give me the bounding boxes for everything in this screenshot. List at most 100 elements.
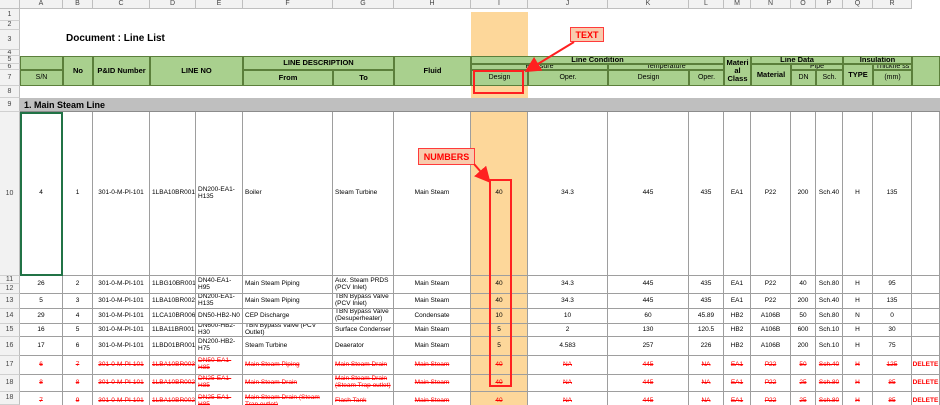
- row-header-16[interactable]: 16: [0, 337, 20, 356]
- cell-r3-no[interactable]: 3: [63, 294, 93, 309]
- cell-r7-sch[interactable]: Sch.40: [816, 356, 843, 375]
- cell-r6-to[interactable]: Deaerator: [333, 337, 394, 356]
- cell-r4-po[interactable]: 10: [528, 309, 608, 324]
- cell-r9-type[interactable]: H: [843, 392, 873, 405]
- cell-r9-mc[interactable]: EA1: [724, 392, 751, 405]
- cell-r7-pid[interactable]: 301-0-M-PI-101: [93, 356, 150, 375]
- cell-r5-dn[interactable]: 600: [791, 324, 816, 337]
- cell-r8-td[interactable]: 445: [608, 375, 689, 392]
- cell-r5-td[interactable]: 130: [608, 324, 689, 337]
- cell-r6-mat[interactable]: A106B: [751, 337, 791, 356]
- cell-r6-type[interactable]: H: [843, 337, 873, 356]
- cell-r5-mat[interactable]: A106B: [751, 324, 791, 337]
- row-header-13[interactable]: 13: [0, 294, 20, 309]
- cell-r8-mc[interactable]: EA1: [724, 375, 751, 392]
- cell-r2-flag[interactable]: [912, 276, 940, 294]
- cell-r2-type[interactable]: H: [843, 276, 873, 294]
- cell-r1-mat[interactable]: P22: [751, 112, 791, 276]
- cell-r9-line[interactable]: 1LBA10BR002: [150, 392, 196, 405]
- cell-r9-line2[interactable]: DN25-EA1-H85: [196, 392, 243, 405]
- cell-r7-line[interactable]: 1LBA10BR003: [150, 356, 196, 375]
- cell-r3-po[interactable]: 34.3: [528, 294, 608, 309]
- cell-r6-flag[interactable]: [912, 337, 940, 356]
- cell-r3-fluid[interactable]: Main Steam: [394, 294, 471, 309]
- cell-r5-sn[interactable]: 16: [20, 324, 63, 337]
- cell-r7-dn[interactable]: 50: [791, 356, 816, 375]
- cell-r9-po[interactable]: NA: [528, 392, 608, 405]
- cell-r1-from[interactable]: Boiler: [243, 112, 333, 276]
- column-header-B[interactable]: B: [63, 0, 93, 9]
- column-header-O[interactable]: O: [791, 0, 816, 9]
- cell-r1-pid[interactable]: 301-0-M-PI-101: [93, 112, 150, 276]
- cell-r4-mc[interactable]: HB2: [724, 309, 751, 324]
- cell-r5-pid[interactable]: 301-0-M-PI-101: [93, 324, 150, 337]
- cell-r6-line[interactable]: 1LBD01BR001: [150, 337, 196, 356]
- cell-r6-sch[interactable]: Sch.10: [816, 337, 843, 356]
- cell-r6-dn[interactable]: 200: [791, 337, 816, 356]
- select-all-corner[interactable]: [0, 0, 20, 9]
- column-header-K[interactable]: K: [608, 0, 689, 9]
- cell-r9-fluid[interactable]: Main Steam: [394, 392, 471, 405]
- cell-r7-type[interactable]: H: [843, 356, 873, 375]
- column-header-R[interactable]: R: [873, 0, 912, 9]
- cell-r3-sch[interactable]: Sch.40: [816, 294, 843, 309]
- cell-r5-too[interactable]: 120.5: [689, 324, 724, 337]
- cell-r6-line2[interactable]: DN200-HB2-H75: [196, 337, 243, 356]
- cell-r2-from[interactable]: Main Steam Piping: [243, 276, 333, 294]
- cell-r1-type[interactable]: H: [843, 112, 873, 276]
- column-header-A[interactable]: A: [20, 0, 63, 9]
- row-header-5[interactable]: 5: [0, 56, 20, 64]
- row-header-17[interactable]: 17: [0, 356, 20, 375]
- cell-r5-flag[interactable]: [912, 324, 940, 337]
- cell-r1-flag[interactable]: [912, 112, 940, 276]
- cell-r8-from[interactable]: Main Steam Drain: [243, 375, 333, 392]
- cell-r8-fluid[interactable]: Main Steam: [394, 375, 471, 392]
- cell-r9-sn[interactable]: 7: [20, 392, 63, 405]
- cell-r9-pid[interactable]: 301-0-M-PI-101: [93, 392, 150, 405]
- cell-r1-to[interactable]: Steam Turbine: [333, 112, 394, 276]
- cell-r8-thk[interactable]: 85: [873, 375, 912, 392]
- cell-r2-to[interactable]: Aux. Steam PRDS (PCV Inlet): [333, 276, 394, 294]
- cell-r2-sch[interactable]: Sch.80: [816, 276, 843, 294]
- cell-r5-mc[interactable]: HB2: [724, 324, 751, 337]
- row-header-18[interactable]: 18: [0, 392, 20, 405]
- cell-r5-type[interactable]: H: [843, 324, 873, 337]
- row-header-3[interactable]: 3: [0, 30, 20, 50]
- cell-r7-line2[interactable]: DN50-EA1-H85: [196, 356, 243, 375]
- cell-r9-sch[interactable]: Sch.80: [816, 392, 843, 405]
- column-header-E[interactable]: E: [196, 0, 243, 9]
- cell-r5-line2[interactable]: DN600-HB2-H30: [196, 324, 243, 337]
- cell-r3-to[interactable]: TBN Bypass Valve (PCV Inlet): [333, 294, 394, 309]
- column-header-N[interactable]: N: [751, 0, 791, 9]
- cell-r9-no[interactable]: 9: [63, 392, 93, 405]
- cell-r1-dn[interactable]: 200: [791, 112, 816, 276]
- cell-r6-mc[interactable]: HB2: [724, 337, 751, 356]
- cell-r6-no[interactable]: 6: [63, 337, 93, 356]
- cell-r9-mat[interactable]: P22: [751, 392, 791, 405]
- cell-r8-no[interactable]: 8: [63, 375, 93, 392]
- cell-r2-sn[interactable]: 26: [20, 276, 63, 294]
- cell-r8-line[interactable]: 1LBA10BR002: [150, 375, 196, 392]
- cell-r4-sch[interactable]: Sch.80: [816, 309, 843, 324]
- cell-r3-type[interactable]: H: [843, 294, 873, 309]
- cell-r9-td[interactable]: 445: [608, 392, 689, 405]
- cell-r7-td[interactable]: 445: [608, 356, 689, 375]
- cell-r6-from[interactable]: Steam Turbine: [243, 337, 333, 356]
- cell-r4-sn[interactable]: 29: [20, 309, 63, 324]
- column-header-L[interactable]: L: [689, 0, 724, 9]
- cell-r7-thk[interactable]: 125: [873, 356, 912, 375]
- cell-r7-fluid[interactable]: Main Steam: [394, 356, 471, 375]
- cell-r1-td[interactable]: 445: [608, 112, 689, 276]
- cell-r8-type[interactable]: H: [843, 375, 873, 392]
- cell-r3-mat[interactable]: P22: [751, 294, 791, 309]
- cell-r5-to[interactable]: Surface Condenser: [333, 324, 394, 337]
- cell-r4-dn[interactable]: 50: [791, 309, 816, 324]
- cell-r8-line2[interactable]: DN25-EA1-H85: [196, 375, 243, 392]
- cell-r6-po[interactable]: 4.583: [528, 337, 608, 356]
- cell-r3-td[interactable]: 445: [608, 294, 689, 309]
- cell-r3-mc[interactable]: EA1: [724, 294, 751, 309]
- cell-r2-thk[interactable]: 95: [873, 276, 912, 294]
- cell-r9-to[interactable]: Flash Tank: [333, 392, 394, 405]
- column-header-I[interactable]: I: [471, 0, 528, 9]
- cell-r1-fluid[interactable]: Main Steam: [394, 112, 471, 276]
